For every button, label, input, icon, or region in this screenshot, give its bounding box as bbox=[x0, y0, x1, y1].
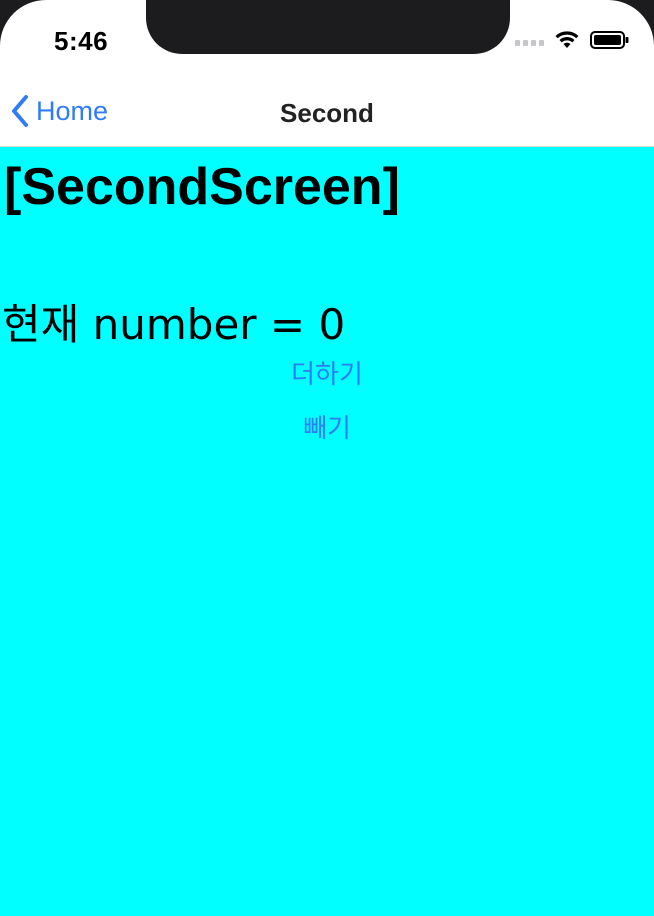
status-time: 5:46 bbox=[54, 26, 109, 56]
status-icons bbox=[515, 30, 630, 50]
screen-title: [SecondScreen] bbox=[4, 158, 400, 216]
battery-icon bbox=[590, 31, 629, 49]
subtract-button[interactable]: 빼기 bbox=[0, 407, 654, 446]
cellular-signal-icon bbox=[515, 34, 544, 46]
add-button[interactable]: 더하기 bbox=[0, 353, 654, 392]
current-number-text: 현재 number = 0 bbox=[2, 300, 346, 349]
navigation-bar: Home Second bbox=[0, 80, 654, 147]
wifi-icon bbox=[555, 31, 579, 48]
nav-title: Second bbox=[280, 98, 374, 128]
device-notch bbox=[146, 0, 510, 54]
phone-screen: 5:46 Home Second [SecondScreen] 현재 numbe… bbox=[0, 0, 654, 916]
second-screen-content: [SecondScreen] 현재 number = 0 더하기 빼기 bbox=[0, 147, 654, 916]
